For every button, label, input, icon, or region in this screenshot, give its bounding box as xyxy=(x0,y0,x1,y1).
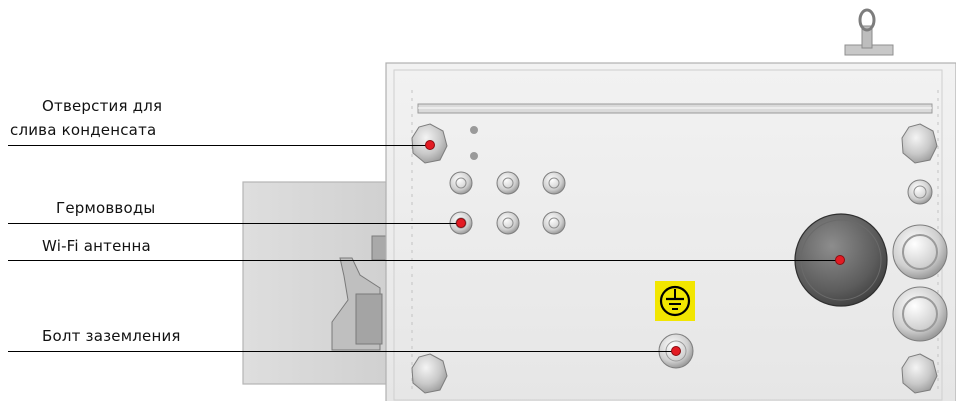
marker-dot-ground xyxy=(671,346,681,356)
callout-label-drain-line2: слива конденсата xyxy=(10,121,157,139)
callout-label-drain: Отверстия для xyxy=(40,96,162,117)
marker-dot-wifi xyxy=(835,255,845,265)
callout-line-wifi xyxy=(8,260,840,261)
callout-label-drain-line1: Отверстия для xyxy=(42,97,163,115)
mounting-eye xyxy=(844,8,894,56)
callout-label-ground: Болт заземления xyxy=(42,326,181,347)
earth-ground-icon xyxy=(655,281,695,321)
callout-label-wifi-text: Wi-Fi антенна xyxy=(42,237,151,255)
callout-line-ground xyxy=(8,351,676,352)
callout-label-glands: Гермовводы xyxy=(56,198,155,219)
side-connector-box xyxy=(242,181,393,385)
callout-label-glands-text: Гермовводы xyxy=(56,199,156,217)
callout-line-drain xyxy=(8,145,430,146)
drain-hole xyxy=(470,126,478,134)
callout-label-drain-2: слива конденсата xyxy=(10,120,156,141)
callout-label-ground-text: Болт заземления xyxy=(42,327,181,345)
drain-hole xyxy=(470,152,478,160)
callout-line-glands xyxy=(8,223,462,224)
marker-dot-drain xyxy=(425,140,435,150)
callout-label-wifi: Wi-Fi антенна xyxy=(42,236,151,257)
marker-dot-glands xyxy=(456,218,466,228)
enclosure-diagram: Отверстия для слива конденсата Гермоввод… xyxy=(0,0,956,401)
